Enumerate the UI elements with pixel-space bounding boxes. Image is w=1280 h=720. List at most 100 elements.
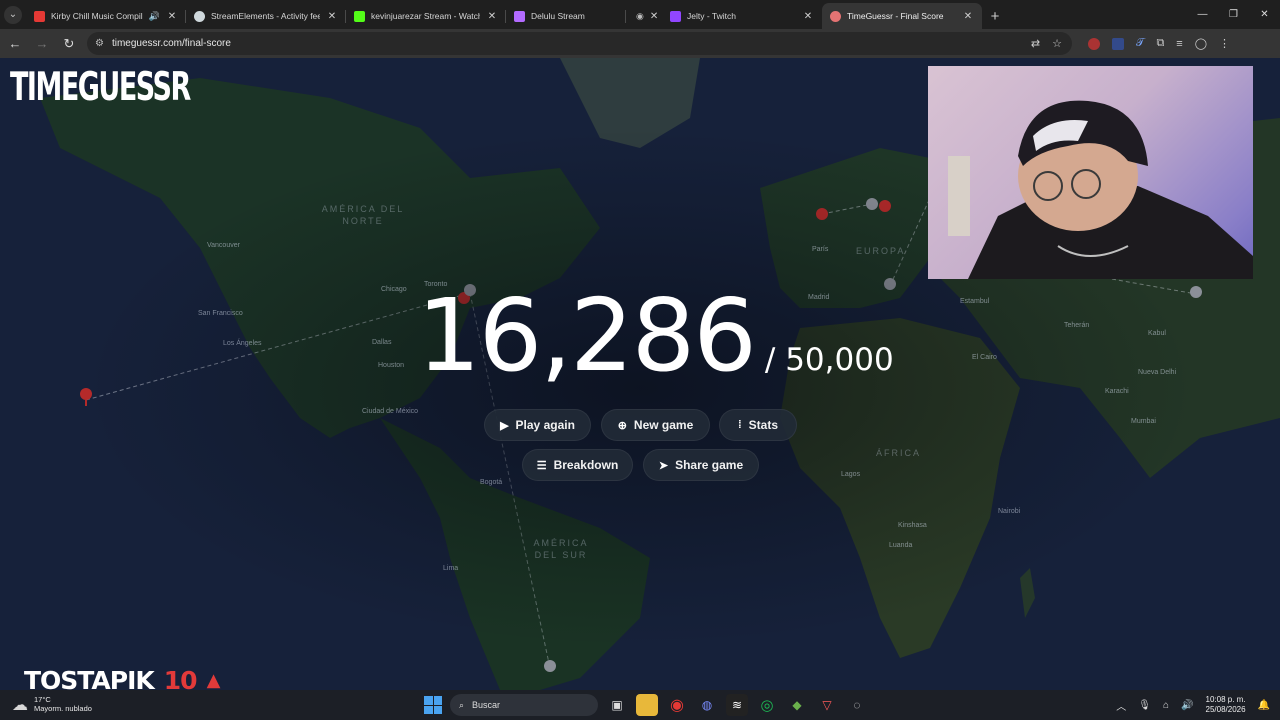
clock[interactable]: 10:08 p. m. 25/08/2026: [1206, 695, 1246, 714]
score-max: / 50,000: [764, 342, 894, 378]
translate-icon[interactable]: ⇄: [1031, 37, 1040, 50]
reload-button[interactable]: ↻: [57, 32, 81, 56]
capcut-icon[interactable]: ≋: [726, 694, 748, 716]
url-text: timeguessr.com/final-score: [111, 38, 231, 49]
close-icon[interactable]: ✕: [166, 11, 178, 22]
tab-kick-stream[interactable]: kevinjuarezar Stream - Watch L ✕: [346, 3, 506, 29]
city-label: Dallas: [372, 339, 392, 346]
back-button[interactable]: ←: [3, 32, 27, 56]
city-label: El Cairo: [972, 354, 997, 361]
button-label: Play again: [515, 418, 575, 432]
city-label: Kinshasa: [898, 522, 927, 529]
task-view-icon[interactable]: ▣: [606, 694, 628, 716]
taskbar-apps: ⌕ Buscar ▣ ◉ ◍ ≋ ◎ ◆ ▽ ◌: [424, 690, 868, 720]
tab-search-button[interactable]: ⌄: [0, 0, 26, 29]
clock-time: 10:08 p. m.: [1205, 695, 1246, 705]
button-label: New game: [633, 418, 694, 432]
city-label: Chicago: [381, 286, 407, 293]
flame-icon: ▲: [206, 670, 221, 691]
search-placeholder: Buscar: [472, 700, 501, 710]
tab-streamelements[interactable]: StreamElements - Activity feed ✕: [186, 3, 346, 29]
spotify-icon[interactable]: ◎: [756, 694, 778, 716]
chrome-icon[interactable]: ◉: [666, 694, 688, 716]
final-score: 16,286 / 50,000: [417, 286, 894, 386]
youtube-icon: [34, 10, 45, 22]
arrow-left-icon: ←: [8, 36, 22, 51]
region-label: AMÉRICA DEL NORTE: [321, 204, 405, 226]
webcam-overlay: [928, 66, 1253, 279]
tab-delulu-stream[interactable]: Delulu Stream: [506, 3, 626, 29]
close-icon[interactable]: ✕: [650, 11, 658, 22]
stats-button[interactable]: ⁞ Stats: [719, 409, 797, 441]
site-info-icon[interactable]: ⚙: [95, 38, 104, 49]
region-label: ÁFRICA: [876, 448, 922, 458]
tab-kirby-music[interactable]: Kirby Chill Music Compilatio 🔊 ✕: [26, 3, 186, 29]
taskbar-search[interactable]: ⌕ Buscar: [450, 694, 598, 716]
tray-chevron-icon[interactable]: ︿: [1116, 698, 1126, 713]
extension-blue-icon[interactable]: [1112, 37, 1124, 50]
volume-icon[interactable]: 🔊: [1181, 700, 1193, 711]
forward-button[interactable]: →: [30, 32, 54, 56]
extension-red-icon[interactable]: [1088, 37, 1100, 50]
address-bar[interactable]: ⚙ timeguessr.com/final-score ⇄ ☆: [87, 32, 1072, 55]
extensions-puzzle-icon[interactable]: ⧉: [1156, 37, 1164, 50]
share-game-button[interactable]: ➤ Share game: [643, 449, 759, 481]
search-icon: ⌕: [459, 699, 465, 710]
tab-title: Kirby Chill Music Compilatio: [51, 11, 143, 21]
score-value: 16,286: [417, 277, 757, 394]
network-icon[interactable]: ⌂: [1163, 700, 1169, 711]
tab-bar: ⌄ Kirby Chill Music Compilatio 🔊 ✕ Strea…: [0, 0, 1280, 29]
new-game-button[interactable]: ⊕ New game: [601, 409, 710, 441]
extensions-area: 𝒯 ⧉ ≡ ◯ ⋮: [1088, 37, 1230, 50]
minimize-button[interactable]: —: [1187, 0, 1218, 29]
kick-icon: [354, 10, 365, 22]
city-label: Lima: [443, 565, 459, 572]
notifications-icon[interactable]: 🔔: [1258, 700, 1270, 711]
microphone-icon[interactable]: 🎙: [1138, 700, 1151, 711]
close-icon[interactable]: ✕: [486, 11, 498, 22]
media-control-icon[interactable]: ≡: [1176, 38, 1182, 50]
browser-menu-icon[interactable]: ⋮: [1219, 37, 1230, 50]
restore-button[interactable]: ❐: [1218, 0, 1249, 29]
file-explorer-icon[interactable]: [636, 694, 658, 716]
minecraft-icon[interactable]: ◆: [786, 694, 808, 716]
tab-title: Delulu Stream: [531, 11, 585, 21]
close-icon[interactable]: ✕: [962, 11, 974, 22]
new-tab-button[interactable]: +: [982, 3, 1008, 29]
close-icon[interactable]: ✕: [326, 11, 338, 22]
obs-icon[interactable]: ◌: [846, 694, 868, 716]
city-label: Kabul: [1148, 330, 1166, 337]
tab-jelty-twitch[interactable]: Jelty - Twitch ✕: [662, 3, 822, 29]
profile-icon[interactable]: ◯: [1195, 37, 1207, 50]
plus-icon: +: [990, 7, 1000, 25]
timeguessr-logo[interactable]: TIMEGUESSR: [10, 68, 191, 107]
button-label: Stats: [748, 418, 778, 432]
speaker-icon[interactable]: 🔊: [149, 11, 160, 22]
extension-translate-icon[interactable]: 𝒯: [1136, 37, 1144, 50]
weather-widget[interactable]: ☁ 17°C Mayorm. nublado: [12, 695, 92, 715]
region-label: AMÉRICA DEL SUR: [533, 538, 589, 560]
city-label: Nueva Delhi: [1138, 369, 1177, 376]
city-label: Ciudad de México: [362, 408, 419, 415]
close-icon[interactable]: ✕: [802, 11, 814, 22]
discord-icon[interactable]: ◍: [696, 694, 718, 716]
city-label: Estambul: [960, 298, 990, 305]
region-label: EUROPA: [856, 246, 906, 256]
tab-recording[interactable]: ◉ ✕: [626, 3, 662, 29]
streamer-figure: [948, 100, 1253, 279]
city-label: París: [812, 246, 829, 253]
tab-timeguessr[interactable]: TimeGuessr - Final Score ✕: [822, 3, 982, 29]
city-label: Teherán: [1064, 322, 1090, 329]
play-again-button[interactable]: ▶ Play again: [484, 409, 591, 441]
city-label: Bogotá: [480, 479, 503, 486]
city-label: Luanda: [889, 542, 913, 549]
windows-start-icon[interactable]: [424, 696, 442, 714]
breakdown-button[interactable]: ☰ Breakdown: [522, 449, 633, 481]
browser-toolbar: ← → ↻ ⚙ timeguessr.com/final-score ⇄ ☆ 𝒯…: [0, 29, 1280, 58]
chevron-down-icon: ⌄: [8, 9, 18, 20]
valorant-icon[interactable]: ▽: [816, 694, 838, 716]
window-close-button[interactable]: ✕: [1249, 0, 1280, 29]
send-icon: ➤: [658, 459, 669, 472]
play-icon: ▶: [500, 419, 509, 432]
bookmark-star-icon[interactable]: ☆: [1052, 37, 1062, 50]
